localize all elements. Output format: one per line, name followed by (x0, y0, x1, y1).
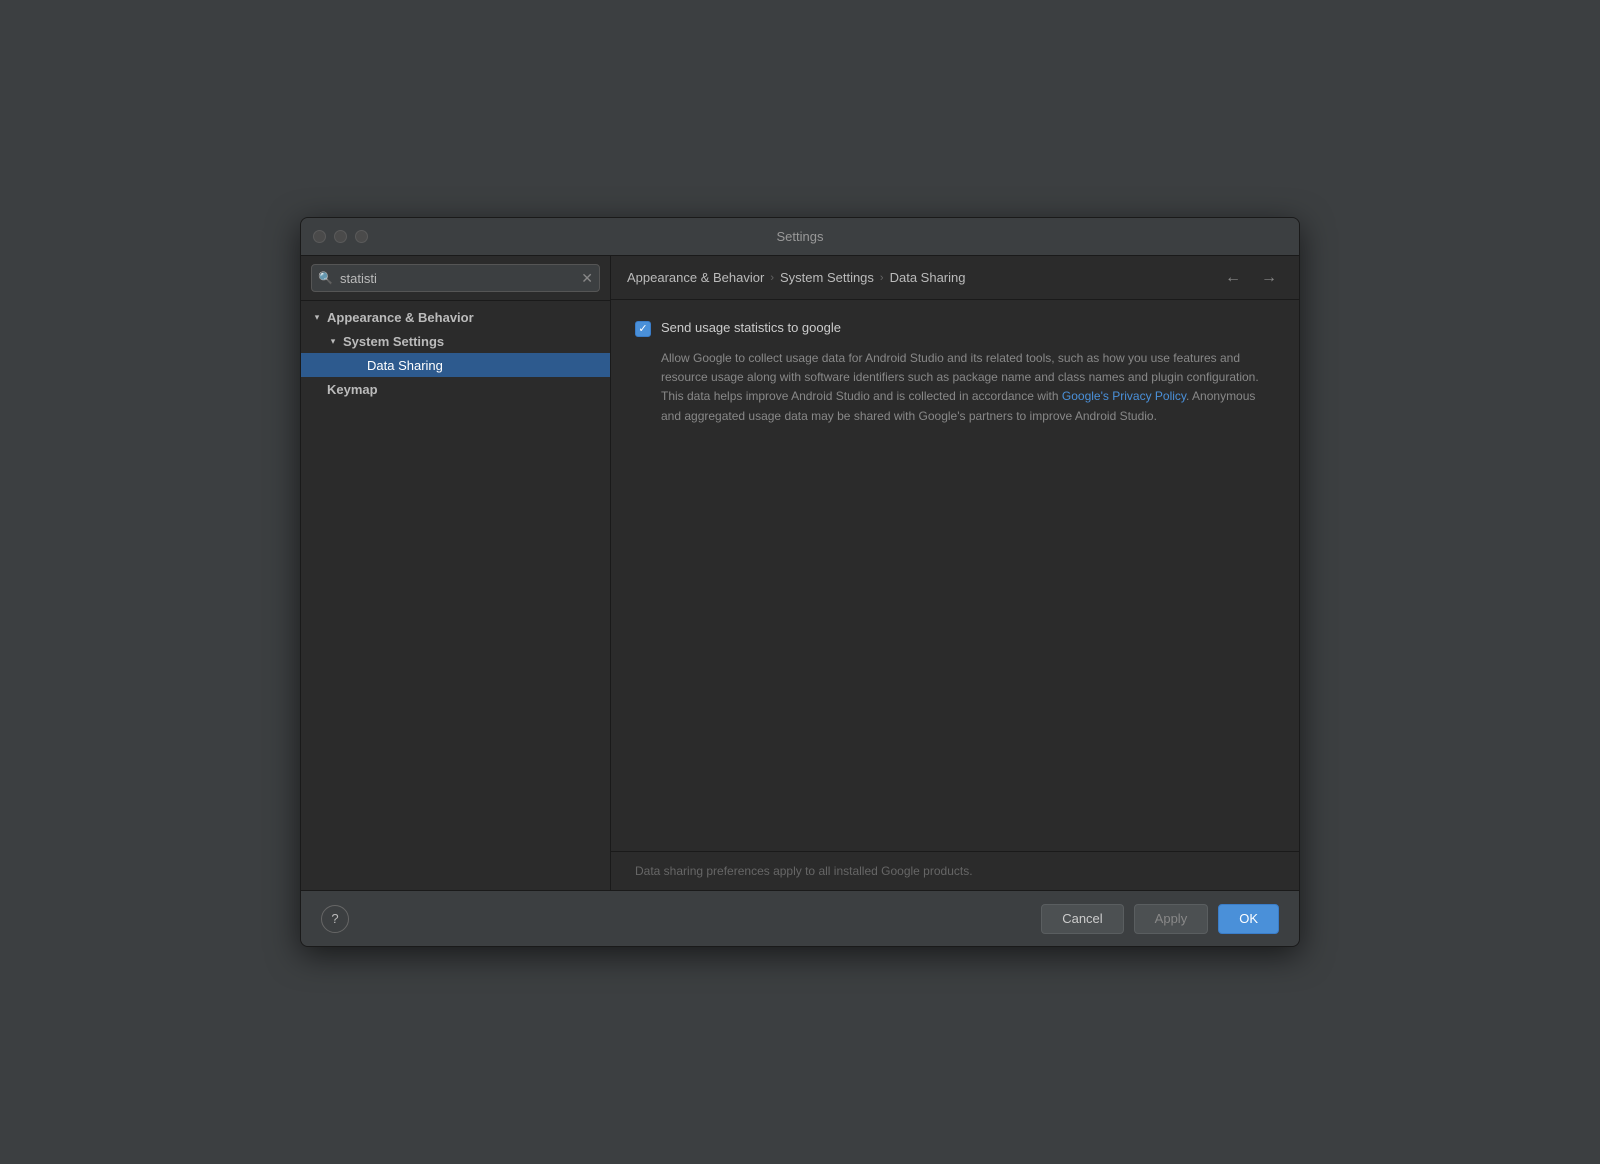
breadcrumb-system-settings: System Settings (780, 270, 874, 285)
search-wrapper: 🔍 ✕ (311, 264, 600, 292)
checkbox-container: ✓ (635, 321, 651, 337)
breadcrumb-appearance: Appearance & Behavior (627, 270, 764, 285)
search-container: 🔍 ✕ (301, 256, 610, 301)
description-text: Allow Google to collect usage data for A… (635, 349, 1275, 426)
checkmark-icon: ✓ (638, 324, 647, 335)
checkbox-label: Send usage statistics to google (661, 320, 841, 335)
settings-content: ✓ Send usage statistics to google Allow … (611, 300, 1299, 851)
footer-note-text: Data sharing preferences apply to all in… (635, 864, 973, 878)
expand-arrow-icon (309, 381, 325, 397)
breadcrumb-data-sharing: Data Sharing (890, 270, 966, 285)
sidebar-item-label: Appearance & Behavior (327, 310, 474, 325)
privacy-policy-link[interactable]: Google's Privacy Policy (1062, 389, 1186, 403)
expand-arrow-icon: ▾ (309, 309, 325, 325)
search-clear-icon[interactable]: ✕ (581, 271, 593, 285)
breadcrumb-bar: Appearance & Behavior › System Settings … (611, 256, 1299, 300)
search-icon: 🔍 (318, 271, 333, 285)
breadcrumb-sep-1: › (770, 272, 774, 284)
window-title: Settings (777, 229, 824, 244)
search-input[interactable] (311, 264, 600, 292)
content-area: Appearance & Behavior › System Settings … (611, 256, 1299, 890)
sidebar-item-data-sharing[interactable]: Data Sharing (301, 353, 610, 377)
sidebar: 🔍 ✕ ▾ Appearance & Behavior ▾ System Set… (301, 256, 611, 890)
footer-note: Data sharing preferences apply to all in… (611, 851, 1299, 890)
sidebar-item-label: System Settings (343, 334, 444, 349)
main-content: 🔍 ✕ ▾ Appearance & Behavior ▾ System Set… (301, 256, 1299, 890)
sidebar-item-label: Keymap (327, 382, 378, 397)
expand-arrow-icon: ▾ (325, 333, 341, 349)
breadcrumb-back-button[interactable]: ← (1219, 267, 1247, 289)
send-statistics-checkbox[interactable]: ✓ (635, 321, 651, 337)
cancel-button[interactable]: Cancel (1041, 904, 1123, 934)
sidebar-item-label: Data Sharing (367, 358, 443, 373)
breadcrumb-forward-button[interactable]: → (1255, 267, 1283, 289)
breadcrumb-navigation: ← → (1219, 267, 1283, 289)
help-button[interactable]: ? (321, 905, 349, 933)
breadcrumb-sep-2: › (880, 272, 884, 284)
ok-button[interactable]: OK (1218, 904, 1279, 934)
expand-arrow-icon (349, 357, 365, 373)
sidebar-item-system-settings[interactable]: ▾ System Settings (301, 329, 610, 353)
apply-button[interactable]: Apply (1134, 904, 1209, 934)
minimize-button[interactable] (334, 230, 347, 243)
title-bar: Settings (301, 218, 1299, 256)
settings-dialog: Settings 🔍 ✕ ▾ Appearance & Behavior (300, 217, 1300, 947)
send-usage-statistics-row: ✓ Send usage statistics to google (635, 320, 1275, 337)
nav-tree: ▾ Appearance & Behavior ▾ System Setting… (301, 301, 610, 890)
close-button[interactable] (313, 230, 326, 243)
zoom-button[interactable] (355, 230, 368, 243)
bottom-bar: ? Cancel Apply OK (301, 890, 1299, 946)
sidebar-item-appearance-behavior[interactable]: ▾ Appearance & Behavior (301, 305, 610, 329)
sidebar-item-keymap[interactable]: Keymap (301, 377, 610, 401)
window-controls (313, 230, 368, 243)
